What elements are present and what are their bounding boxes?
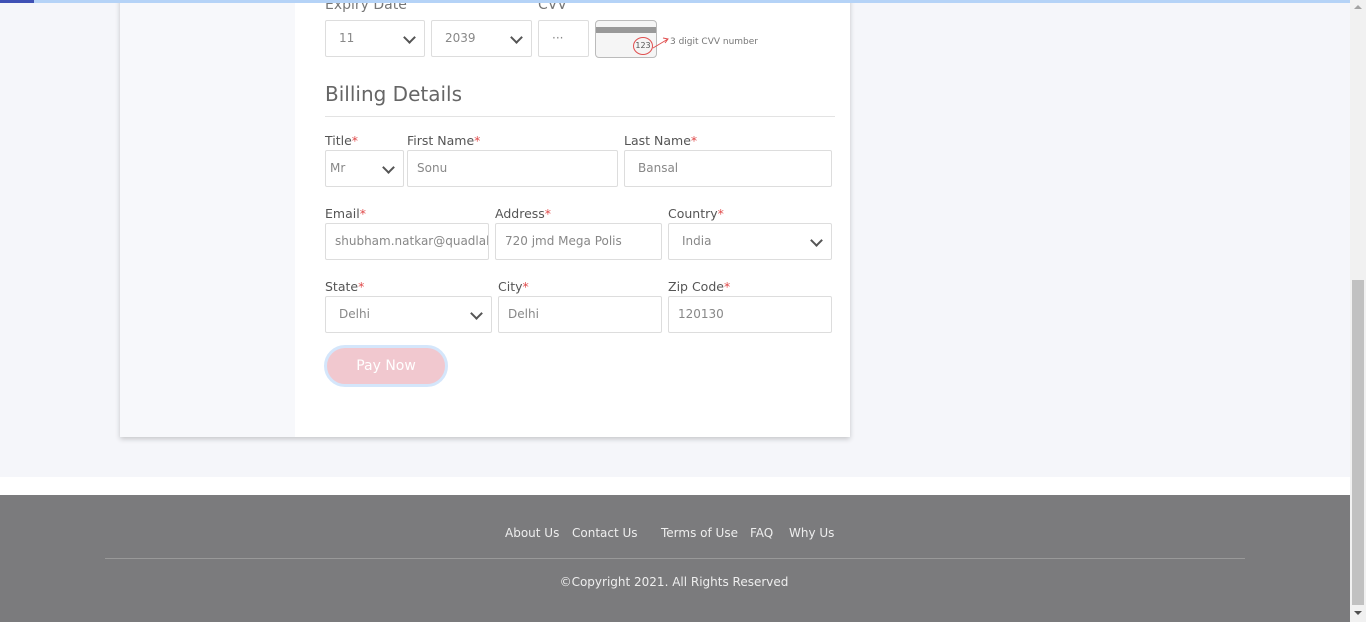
footer-divider	[105, 558, 1245, 559]
arrow-icon	[652, 37, 669, 49]
expiry-year-select[interactable]: 2039	[431, 20, 532, 57]
cvv-hint: 3 digit CVV number	[670, 37, 758, 47]
loading-bar	[0, 0, 1350, 3]
zip-label: Zip Code*	[668, 279, 731, 294]
scroll-down-icon[interactable]	[1354, 611, 1362, 615]
divider	[325, 116, 835, 117]
spacer	[0, 477, 1350, 495]
email-input[interactable]: shubham.natkar@quadlabs.com	[325, 223, 489, 260]
title-label: Title*	[325, 133, 359, 148]
zip-input[interactable]: 120130	[668, 296, 832, 333]
cvv-sample: 123	[633, 37, 653, 55]
state-label: State*	[325, 279, 365, 294]
footer: About Us Contact Us Terms of Use FAQ Why…	[0, 495, 1350, 622]
scroll-up-icon[interactable]	[1354, 5, 1362, 9]
scrollbar-thumb[interactable]	[1352, 280, 1364, 605]
footer-link-about[interactable]: About Us	[505, 526, 559, 540]
copyright: ©Copyright 2021. All Rights Reserved	[559, 575, 789, 589]
city-input[interactable]: Delhi	[498, 296, 662, 333]
last-name-label: Last Name*	[624, 133, 698, 148]
first-name-input[interactable]: Sonu	[407, 150, 618, 187]
cvv-input[interactable]: ···	[538, 20, 589, 57]
country-select[interactable]: India	[668, 223, 832, 260]
address-input[interactable]: 720 jmd Mega Polis	[495, 223, 662, 260]
footer-link-faq[interactable]: FAQ	[750, 526, 773, 540]
footer-link-terms[interactable]: Terms of Use	[661, 526, 738, 540]
payment-card	[120, 0, 850, 437]
footer-link-why[interactable]: Why Us	[789, 526, 834, 540]
email-label: Email*	[325, 206, 366, 221]
footer-link-contact[interactable]: Contact Us	[572, 526, 638, 540]
country-label: Country*	[668, 206, 724, 221]
pay-now-button[interactable]: Pay Now	[324, 345, 448, 387]
page-background: Expiry Date CVV 11 2039 ··· 123 3 digit …	[0, 0, 1350, 477]
billing-heading: Billing Details	[325, 82, 463, 106]
last-name-input[interactable]: Bansal	[624, 150, 832, 187]
address-label: Address*	[495, 206, 552, 221]
card-sidebar	[120, 0, 295, 437]
cvv-card-icon: 123	[595, 20, 657, 58]
state-select[interactable]: Delhi	[325, 296, 492, 333]
loading-progress	[0, 0, 34, 3]
city-label: City*	[498, 279, 529, 294]
expiry-month-select[interactable]: 11	[325, 20, 425, 57]
title-select[interactable]: Mr	[325, 150, 404, 187]
scrollbar[interactable]	[1350, 0, 1366, 622]
first-name-label: First Name*	[407, 133, 481, 148]
